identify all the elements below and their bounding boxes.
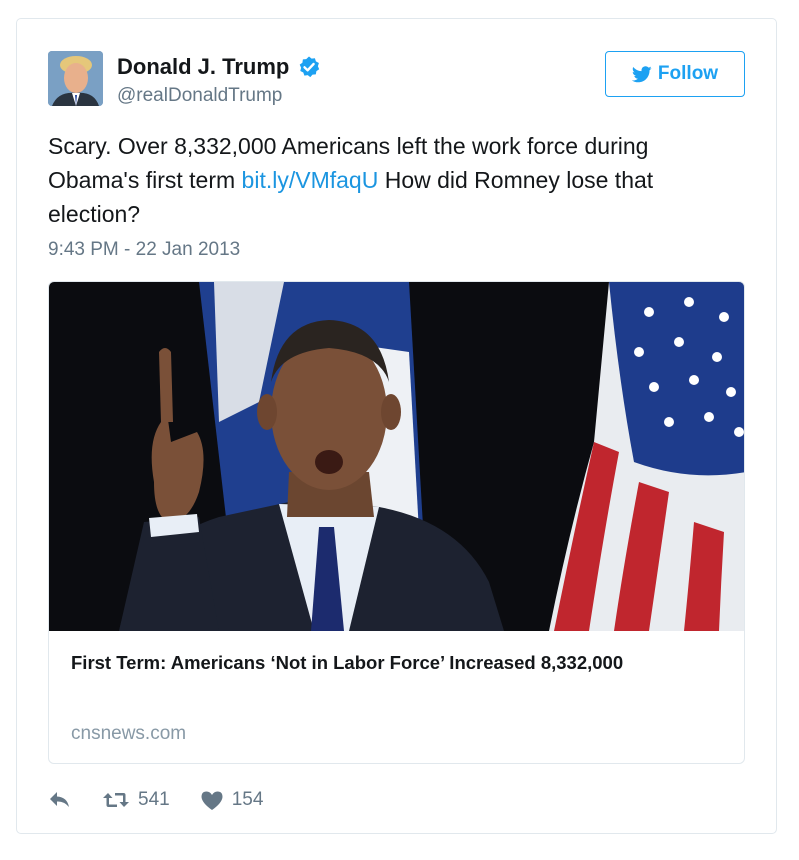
avatar[interactable] [48,51,103,106]
like-count: 154 [231,789,264,810]
user-handle[interactable]: @realDonaldTrump [117,85,282,107]
tweet-actions: 541 154 [48,787,263,813]
card-domain: cnsnews.com [71,723,187,744]
retweet-button[interactable]: 541 [102,789,170,811]
twitter-bird-icon [631,65,652,82]
tweet-card: Donald J. Trump @realDonaldTrump Follow … [16,18,777,834]
verified-badge-icon [297,55,321,79]
reply-button[interactable] [48,790,72,810]
tweet-timestamp[interactable]: 9:43 PM - 22 Jan 2013 [48,239,240,261]
tweet-text: Scary. Over 8,332,000 Americans left the… [48,129,738,231]
retweet-count: 541 [138,789,170,810]
card-image [49,282,744,631]
link-preview-card[interactable]: First Term: Americans ‘Not in Labor Forc… [48,281,745,764]
name-row: Donald J. Trump [117,53,321,81]
tweet-link[interactable]: bit.ly/VMfaqU [242,167,379,193]
retweet-icon [103,793,129,807]
card-title: First Term: Americans ‘Not in Labor Forc… [71,652,624,673]
follow-label: Follow [657,63,719,84]
reply-icon [50,792,69,807]
avatar-image [48,51,103,106]
follow-button[interactable]: Follow [605,51,745,97]
like-button[interactable]: 154 [200,789,264,811]
heart-icon [201,791,223,810]
display-name[interactable]: Donald J. Trump [117,53,289,81]
